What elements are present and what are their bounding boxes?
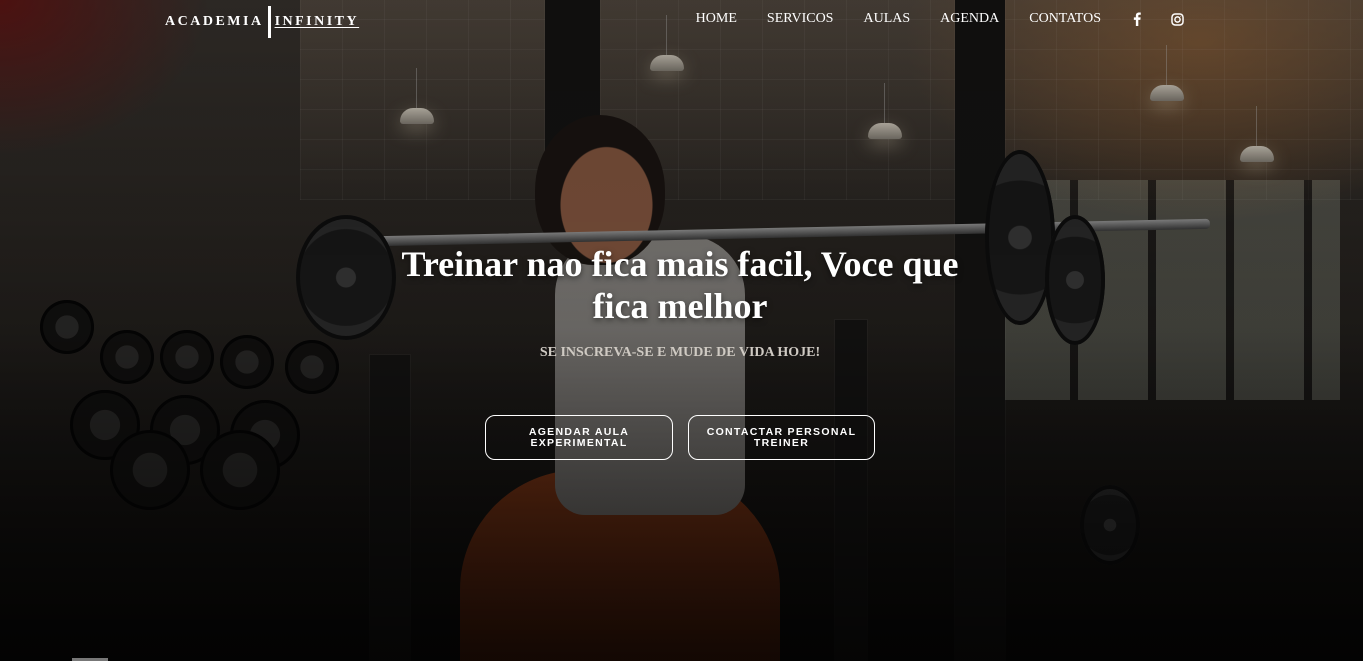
facebook-icon[interactable]	[1129, 11, 1145, 27]
contact-personal-trainer-button[interactable]: CONTACTAR PERSONAL TREINER	[688, 415, 875, 460]
hero-dark-overlay	[0, 0, 1363, 661]
instagram-icon[interactable]	[1169, 11, 1185, 27]
hero-title: Treinar nao fica mais facil, Voce que fi…	[401, 244, 959, 326]
brand-logo-part2: INFINITY	[274, 14, 360, 29]
nav-aulas[interactable]: AULAS	[863, 11, 910, 27]
brand-logo[interactable]: ACADEMIA INFINITY	[165, 6, 359, 38]
hero-section: ACADEMIA INFINITY HOME SERVICOS AULAS AG…	[0, 0, 1363, 661]
main-nav: HOME SERVICOS AULAS AGENDA CONTATOS	[696, 10, 1363, 28]
nav-servicos[interactable]: SERVICOS	[767, 11, 834, 27]
brand-logo-divider	[267, 6, 271, 38]
nav-home[interactable]: HOME	[696, 11, 737, 27]
schedule-trial-class-button[interactable]: AGENDAR AULA EXPERIMENTAL	[485, 415, 673, 460]
hero-subtitle: SE INSCREVA-SE E MUDE DE VIDA HOJE!	[539, 345, 821, 360]
brand-logo-part1: ACADEMIA	[165, 14, 264, 29]
nav-agenda[interactable]: AGENDA	[940, 11, 999, 27]
nav-contatos[interactable]: CONTATOS	[1029, 11, 1101, 27]
